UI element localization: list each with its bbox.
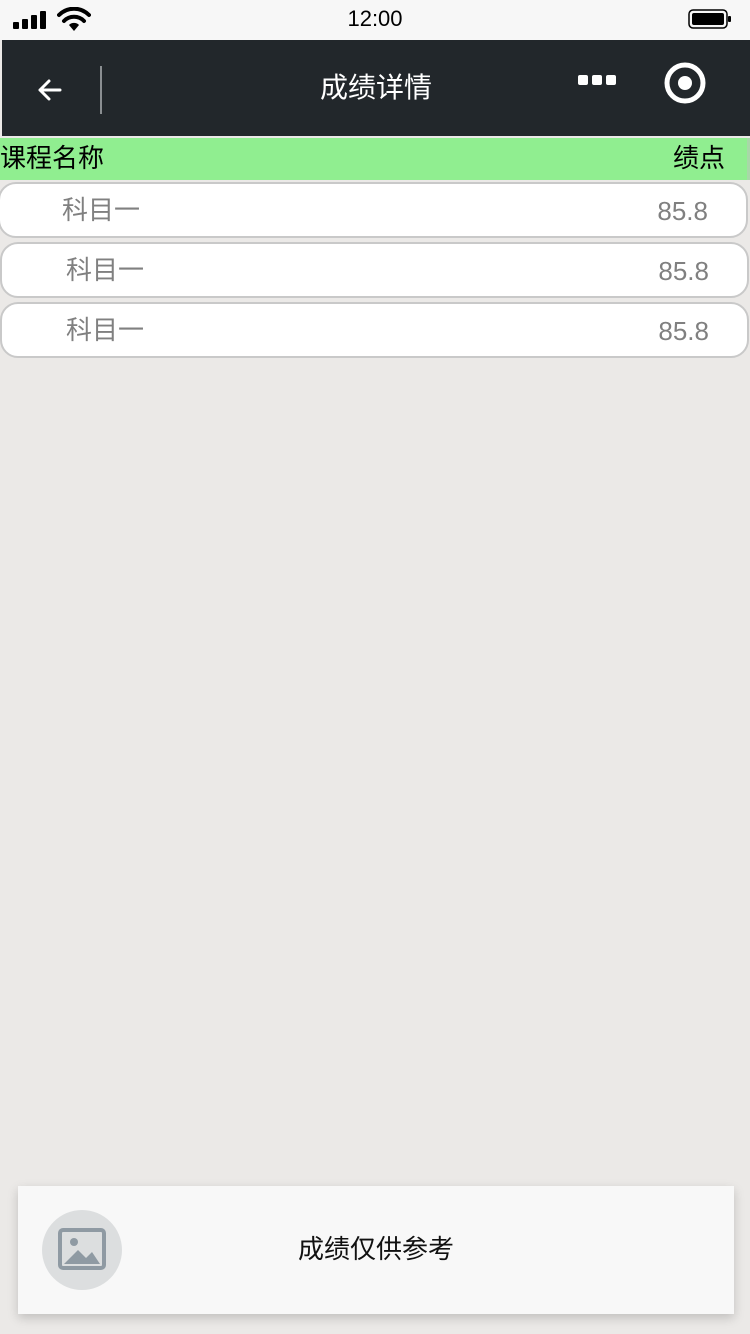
- table-header: 课程名称 绩点: [0, 138, 750, 180]
- toast-message: 成绩仅供参考: [297, 1235, 454, 1265]
- more-dots-icon[interactable]: [574, 70, 620, 92]
- course-name: 科目一: [62, 196, 141, 226]
- table-row[interactable]: 科目一 85.8: [0, 302, 749, 358]
- course-score: 85.8: [658, 256, 709, 286]
- column-header-score: 绩点: [672, 144, 725, 174]
- status-bar: 12:00: [0, 0, 750, 40]
- page-title: 成绩详情: [319, 71, 432, 104]
- status-time: 12:00: [347, 6, 403, 31]
- table-row[interactable]: 科目一 85.8: [0, 242, 749, 298]
- column-header-course: 课程名称: [0, 144, 105, 174]
- table-row[interactable]: 科目一 85.8: [0, 182, 748, 238]
- course-name: 科目一: [66, 316, 145, 346]
- record-target-icon[interactable]: [662, 60, 708, 106]
- course-score: 85.8: [658, 316, 709, 346]
- battery-icon: [688, 9, 731, 29]
- navigation-bar: 成绩详情: [2, 40, 750, 136]
- course-score: 85.8: [657, 196, 708, 226]
- course-name: 科目一: [66, 256, 145, 286]
- toast: 成绩仅供参考: [18, 1186, 734, 1314]
